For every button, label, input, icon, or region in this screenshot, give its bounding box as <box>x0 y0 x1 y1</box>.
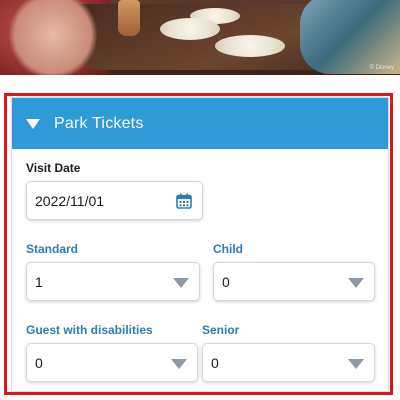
hero-guest-left <box>8 0 98 75</box>
park-tickets-header[interactable]: Park Tickets <box>12 98 388 149</box>
chevron-down-icon[interactable] <box>173 278 189 288</box>
panel-title: Park Tickets <box>54 114 144 132</box>
visit-date-input[interactable]: 2022/11/01 <box>26 181 203 220</box>
hero-image: © Disney <box>0 0 400 75</box>
chevron-down-icon[interactable] <box>348 278 364 288</box>
guest-disabilities-select[interactable]: 0 <box>26 343 198 382</box>
guest-disabilities-value: 0 <box>35 354 43 371</box>
park-tickets-panel: Park Tickets Visit Date 2022/11/01 Stand… <box>11 97 389 392</box>
child-select[interactable]: 0 <box>213 262 375 301</box>
chevron-down-icon[interactable] <box>171 359 187 369</box>
standard-value: 1 <box>35 273 43 290</box>
calendar-icon[interactable] <box>176 193 192 209</box>
caret-down-icon[interactable] <box>26 118 40 129</box>
visit-date-value: 2022/11/01 <box>35 192 105 209</box>
child-value: 0 <box>222 273 230 290</box>
standard-label: Standard <box>26 242 79 256</box>
child-label: Child <box>213 242 243 256</box>
hero-guest-right <box>300 0 400 74</box>
senior-select[interactable]: 0 <box>202 343 375 382</box>
standard-select[interactable]: 1 <box>26 262 200 301</box>
senior-label: Senior <box>202 323 240 337</box>
hero-glass <box>118 0 140 36</box>
hero-plate <box>160 18 220 40</box>
senior-value: 0 <box>211 354 219 371</box>
guest-disabilities-label: Guest with disabilities <box>26 323 153 337</box>
visit-date-label: Visit Date <box>26 161 81 175</box>
hero-copyright: © Disney <box>369 65 394 71</box>
hero-plate <box>215 35 285 57</box>
chevron-down-icon[interactable] <box>348 359 364 369</box>
